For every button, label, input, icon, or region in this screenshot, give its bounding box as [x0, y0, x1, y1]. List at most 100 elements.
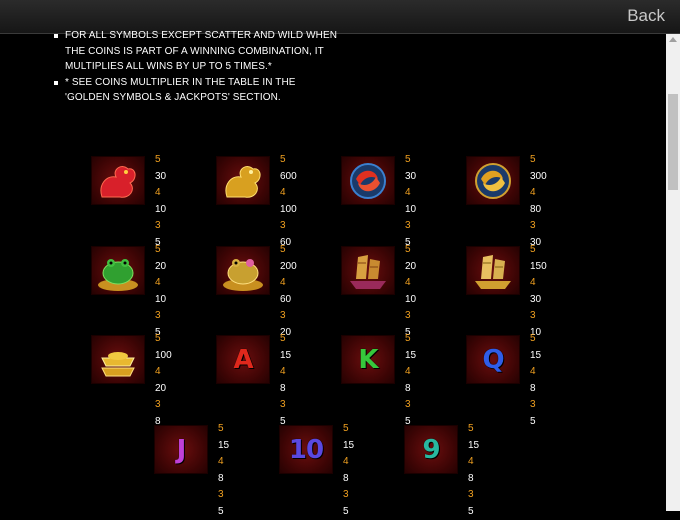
- symbol-glyph: J: [176, 434, 187, 465]
- scrollbar[interactable]: [666, 34, 680, 511]
- payout-row: 430: [530, 275, 547, 308]
- payout-list: 5100 420 38: [155, 331, 172, 430]
- payout-value: 8: [405, 382, 411, 394]
- back-button[interactable]: Back: [627, 6, 665, 26]
- match-count: 4: [155, 187, 161, 198]
- payout-row: 5200: [280, 242, 297, 275]
- match-count: 5: [530, 244, 536, 255]
- golden-frog-icon: [216, 246, 270, 295]
- rule-item: For all symbols except scatter and wild …: [53, 28, 343, 75]
- match-count: 5: [405, 244, 411, 255]
- gold-ingot-icon: [91, 335, 145, 384]
- payout-list: 5600 4100 360: [280, 152, 297, 251]
- payout-row: 420: [155, 364, 172, 397]
- match-count: 4: [468, 456, 474, 467]
- payout-row: 515: [405, 331, 419, 364]
- match-count: 3: [280, 310, 286, 321]
- golden-junk-ship-icon: [466, 246, 520, 295]
- payout-value: 10: [405, 293, 417, 305]
- match-count: 4: [530, 366, 536, 377]
- payout-row: 410: [405, 185, 419, 218]
- payout-row: 410: [405, 275, 419, 308]
- red-koi-icon: [341, 156, 395, 205]
- payout-value: 30: [155, 170, 167, 182]
- payout-value: 10: [155, 293, 167, 305]
- match-count: 3: [530, 310, 536, 321]
- payout-value: 30: [405, 170, 417, 182]
- match-count: 4: [405, 277, 411, 288]
- symbol-glyph: 9: [422, 434, 440, 465]
- match-count: 3: [530, 220, 536, 231]
- letter-q-icon: Q: [466, 335, 520, 384]
- match-count: 4: [405, 366, 411, 377]
- payout-row: 48: [218, 454, 232, 487]
- payout-row: 48: [468, 454, 482, 487]
- payout-value: 5: [343, 505, 349, 517]
- match-count: 3: [343, 489, 349, 500]
- symbol-glyph: 10: [288, 434, 324, 465]
- match-count: 3: [280, 220, 286, 231]
- match-count: 5: [155, 154, 161, 165]
- letter-j-icon: J: [154, 425, 208, 474]
- payout-row: 48: [280, 364, 294, 397]
- payout-row: 35: [530, 397, 544, 430]
- scroll-thumb[interactable]: [668, 94, 678, 190]
- payout-value: 15: [405, 349, 417, 361]
- payout-value: 8: [280, 382, 286, 394]
- payout-list: 515 48 35: [468, 421, 482, 520]
- payout-value: 5: [218, 505, 224, 517]
- match-count: 3: [155, 310, 161, 321]
- match-count: 5: [280, 244, 286, 255]
- scroll-up-arrow-icon[interactable]: [669, 37, 677, 42]
- bullet-icon: [54, 34, 58, 38]
- payout-row: 480: [530, 185, 547, 218]
- payout-row: 35: [343, 487, 357, 520]
- payout-row: 515: [218, 421, 232, 454]
- match-count: 3: [405, 220, 411, 231]
- symbol-glyph: A: [233, 344, 253, 375]
- match-count: 5: [155, 244, 161, 255]
- payout-list: 515 48 3 5: [218, 421, 232, 520]
- match-count: 5: [405, 154, 411, 165]
- match-count: 4: [155, 277, 161, 288]
- payout-row: 515: [343, 421, 357, 454]
- payout-value: 15: [530, 349, 542, 361]
- payout-value: 8: [218, 472, 224, 484]
- payout-value: 8: [343, 472, 349, 484]
- payout-value: 15: [468, 439, 480, 451]
- match-count: 3: [155, 399, 161, 410]
- golden-koi-icon: [466, 156, 520, 205]
- payout-row: 515: [530, 331, 544, 364]
- match-count: 4: [405, 187, 411, 198]
- match-count: 4: [530, 187, 536, 198]
- red-junk-ship-icon: [341, 246, 395, 295]
- match-count: 5: [405, 333, 411, 344]
- payout-value: 20: [405, 260, 417, 272]
- payout-list: 530 410 35: [405, 152, 419, 251]
- payout-value: 60: [280, 293, 292, 305]
- match-count: 5: [280, 333, 286, 344]
- payout-row: 520: [155, 242, 169, 275]
- payout-value: 100: [155, 349, 172, 361]
- letter-a-icon: A: [216, 335, 270, 384]
- match-count: 4: [280, 187, 286, 198]
- payout-value: 600: [280, 170, 297, 182]
- payout-list: 530 410 35: [155, 152, 169, 251]
- payout-row: 5600: [280, 152, 297, 185]
- payout-row: 4100: [280, 185, 297, 218]
- payout-value: 30: [530, 293, 542, 305]
- payout-row: 48: [530, 364, 544, 397]
- match-count: 3: [280, 399, 286, 410]
- payout-row: 515: [468, 421, 482, 454]
- payout-list: 520 410 35: [155, 242, 169, 341]
- payout-value: 15: [343, 439, 355, 451]
- match-count: 3: [218, 489, 224, 500]
- payout-value: 8: [468, 472, 474, 484]
- match-count: 4: [280, 277, 286, 288]
- payout-list: 5150 430 310: [530, 242, 547, 341]
- payout-row: 530: [155, 152, 169, 185]
- payout-list: 515 48 35: [343, 421, 357, 520]
- match-count: 4: [280, 366, 286, 377]
- payout-row: 410: [155, 275, 169, 308]
- match-count: 4: [155, 366, 161, 377]
